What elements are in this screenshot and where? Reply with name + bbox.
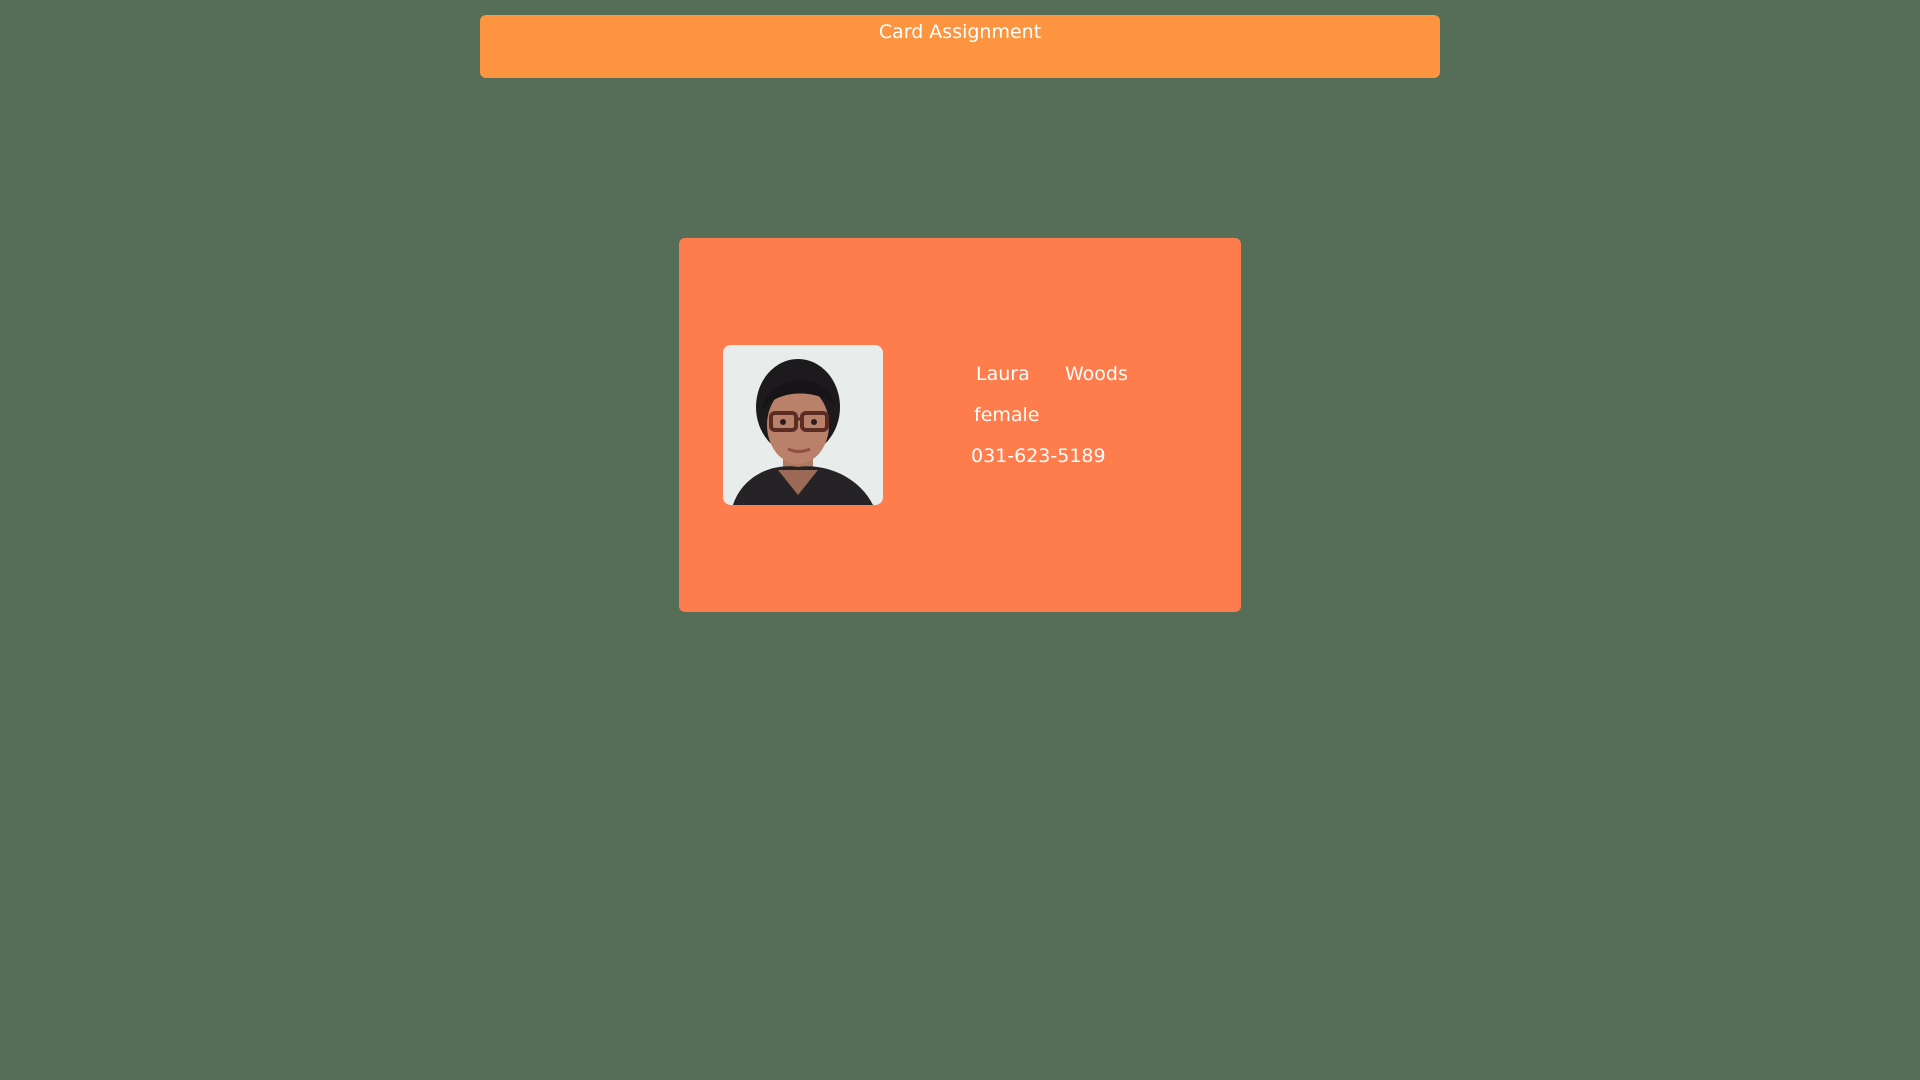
profile-info: Laura Woods female 031-623-5189: [971, 363, 1128, 467]
last-name: Woods: [1065, 363, 1128, 385]
name-row: Laura Woods: [972, 363, 1128, 385]
page-title: Card Assignment: [878, 21, 1042, 43]
avatar: [723, 345, 883, 505]
gender: female: [974, 404, 1040, 426]
page-header: Card Assignment: [480, 15, 1440, 78]
phone-number: 031-623-5189: [971, 445, 1106, 467]
profile-card: Laura Woods female 031-623-5189: [679, 238, 1241, 612]
first-name: Laura: [976, 363, 1030, 385]
person-photo-icon: [723, 345, 883, 505]
